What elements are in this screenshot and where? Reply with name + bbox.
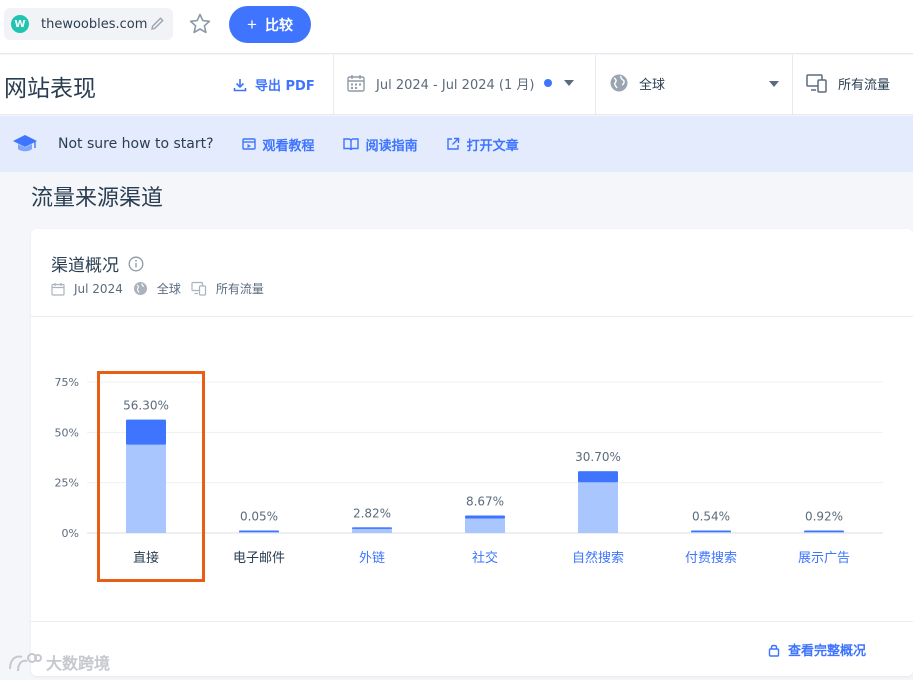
top-bar: W thewoobles.com + 比较 <box>0 0 913 54</box>
channel-overview-card: 渠道概况 Jul 2024 全球 所有流量 0% 25% 50% 75% 56.30% 直… <box>31 229 913 676</box>
banner-link-label: 阅读指南 <box>365 138 418 154</box>
lock-icon <box>768 644 780 657</box>
page-header: 网站表现 导出 PDF Jul 2024 - Jul 2024 (1 月) 全球… <box>0 55 913 115</box>
data-label: 0.92% <box>805 510 843 524</box>
export-pdf-button[interactable]: 导出 PDF <box>233 75 315 94</box>
data-label: 0.05% <box>240 510 278 524</box>
external-link-icon <box>446 137 459 150</box>
status-dot <box>544 79 553 87</box>
read-guide-link[interactable]: 阅读指南 <box>342 135 418 154</box>
download-icon <box>233 78 247 91</box>
divider <box>333 55 334 115</box>
date-range-label: Jul 2024 - Jul 2024 (1 月) <box>376 77 535 93</box>
traffic-label: 所有流量 <box>838 77 891 93</box>
banner-link-label: 观看教程 <box>262 138 315 154</box>
watermark: 大数跨境 <box>8 650 110 674</box>
site-favicon: W <box>11 15 29 33</box>
chevron-down-icon <box>769 81 779 87</box>
meta-date: Jul 2024 <box>74 281 123 296</box>
calendar-icon <box>347 75 365 92</box>
video-icon <box>241 138 256 150</box>
bar-cap <box>352 527 392 529</box>
watch-tutorial-link[interactable]: 观看教程 <box>241 135 315 154</box>
y-tick-label: 25% <box>55 477 79 490</box>
watermark-text: 大数跨境 <box>46 654 111 673</box>
y-tick-label: 0% <box>62 527 79 540</box>
watermark-logo-icon <box>9 653 42 672</box>
bar-cap <box>465 515 505 519</box>
devices-icon <box>806 74 827 93</box>
x-tick-label: 外链 <box>359 551 385 566</box>
calendar-icon <box>51 282 65 296</box>
info-icon[interactable] <box>128 256 144 272</box>
x-tick-label: 付费搜索 <box>685 551 737 566</box>
geo-label: 全球 <box>639 77 666 93</box>
bar-cap <box>239 530 279 532</box>
date-range-selector[interactable]: Jul 2024 - Jul 2024 (1 月) <box>346 73 575 93</box>
card-meta: Jul 2024 全球 所有流量 <box>51 280 274 297</box>
full-overview-label: 查看完整概况 <box>788 644 867 659</box>
pencil-icon[interactable] <box>150 16 165 35</box>
geo-selector[interactable]: 全球 <box>609 73 779 93</box>
book-icon <box>342 138 359 151</box>
card-title: 渠道概况 <box>51 251 144 276</box>
x-tick-label: 电子邮件 <box>233 551 285 566</box>
devices-icon <box>191 281 206 296</box>
bar-cap <box>804 530 844 532</box>
compare-label: 比较 <box>264 16 293 33</box>
banner-question: Not sure how to start? <box>58 136 214 152</box>
x-tick-label: 社交 <box>472 550 498 566</box>
bar-cap <box>691 530 731 532</box>
y-tick-label: 75% <box>55 376 79 389</box>
divider <box>792 55 793 115</box>
view-full-overview-link[interactable]: 查看完整概况 <box>768 640 866 659</box>
export-label: 导出 PDF <box>255 79 315 94</box>
site-selector[interactable]: W thewoobles.com <box>4 8 173 40</box>
x-tick-label: 展示广告 <box>798 551 850 566</box>
star-icon[interactable] <box>188 12 212 40</box>
globe-icon <box>133 282 147 295</box>
meta-geo: 全球 <box>156 282 181 296</box>
site-domain: thewoobles.com <box>41 16 148 32</box>
page-title: 网站表现 <box>4 76 96 102</box>
chevron-down-icon <box>564 80 575 86</box>
compare-button[interactable]: + 比较 <box>229 6 311 43</box>
data-label: 8.67% <box>466 495 504 509</box>
x-tick-label: 自然搜索 <box>572 550 624 566</box>
data-label: 2.82% <box>353 506 391 520</box>
meta-traffic: 所有流量 <box>215 282 264 296</box>
plus-icon: + <box>247 14 257 34</box>
globe-icon <box>610 74 628 92</box>
help-banner: Not sure how to start? 观看教程 阅读指南 打开文章 <box>0 116 913 172</box>
highlight-box <box>97 371 205 582</box>
banner-link-label: 打开文章 <box>466 138 519 154</box>
divider <box>595 55 596 115</box>
card-title-text: 渠道概况 <box>51 256 119 276</box>
graduation-cap-icon <box>13 135 37 152</box>
open-article-link[interactable]: 打开文章 <box>446 135 519 154</box>
y-tick-label: 50% <box>55 426 79 439</box>
bar-cap <box>578 471 618 483</box>
section-title: 流量来源渠道 <box>31 186 164 211</box>
traffic-selector[interactable]: 所有流量 <box>806 73 890 93</box>
data-label: 30.70% <box>575 450 621 464</box>
divider <box>31 621 913 622</box>
data-label: 0.54% <box>692 510 730 524</box>
